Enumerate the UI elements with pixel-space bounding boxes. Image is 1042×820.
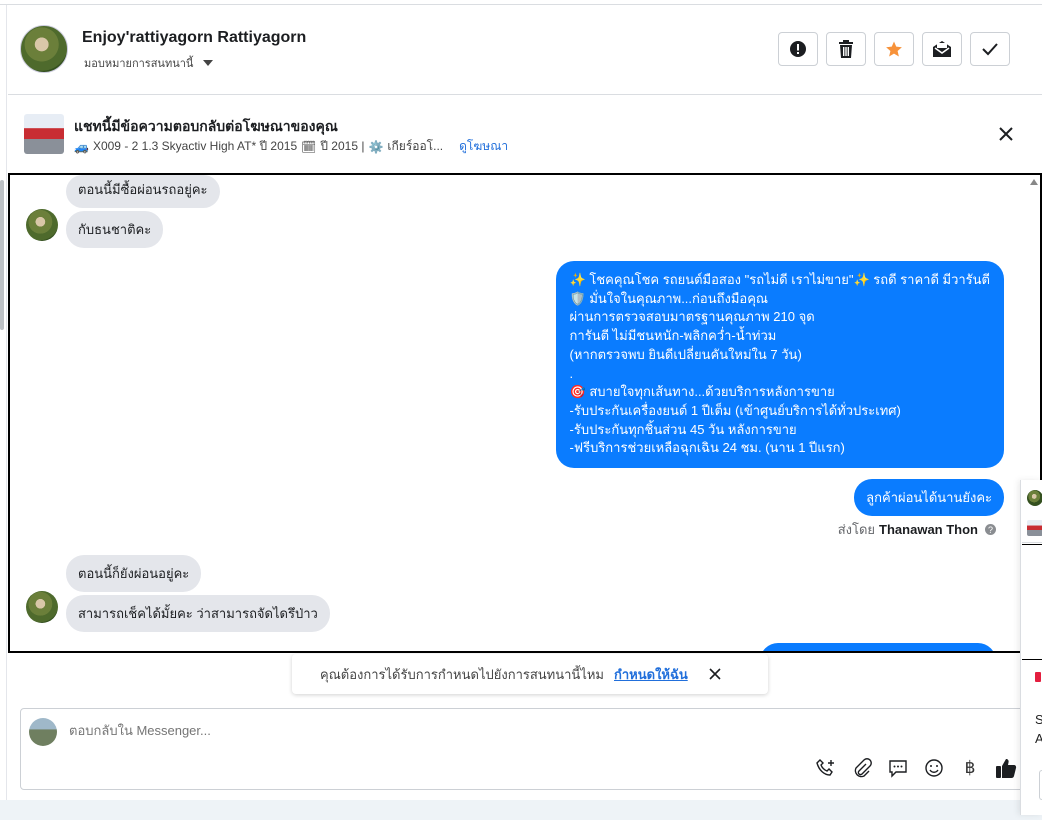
message-line: -ฟรีบริการช่วยเหลือฉุกเฉิน 24 ชม. (นาน 1…	[569, 440, 845, 456]
report-button[interactable]	[778, 32, 818, 66]
message-list[interactable]: ตอนนี้มีซื้อผ่อนรถอยู่คะ กับธนชาติคะ ✨ โ…	[8, 173, 1042, 653]
delete-button[interactable]	[826, 32, 866, 66]
side-text-line: S	[1035, 712, 1042, 727]
contact-avatar[interactable]	[20, 25, 68, 73]
message-incoming: สามารถเช็คได้มั้ยคะ ว่าสามารถจัดไดรึป่าว	[66, 595, 330, 632]
mark-unread-button[interactable]	[922, 32, 962, 66]
message-line: ✨ โชคคุณโชค รถยนต์มือสอง "รถไม่ดี เราไม่…	[569, 272, 990, 287]
assign-to-me-link[interactable]: กำหนดให้ฉัน	[614, 664, 688, 685]
caret-down-icon	[203, 60, 214, 66]
sent-by-label: ส่งโดย Thanawan Thon ?	[838, 519, 996, 540]
ad-gear: เกียร์ออโ...	[387, 139, 444, 153]
message-line: 🛡️ มั่นใจในคุณภาพ...ก่อนถึงมือคุณ	[569, 290, 768, 306]
phone-add-icon	[816, 759, 834, 776]
message-line: การันตี ไม่มีชนหนัก-พลิกคว่ำ-น้ำท่วม	[569, 328, 777, 344]
close-ad-bar-button[interactable]	[996, 124, 1016, 144]
left-scrollbar[interactable]	[0, 180, 4, 330]
paperclip-icon	[854, 758, 872, 778]
ad-year: ปี 2015 |	[320, 139, 365, 153]
ad-model: X009 - 2 1.3 Skyactiv High AT* ปี 2015	[92, 139, 298, 153]
saved-replies-button[interactable]	[887, 757, 909, 779]
header-actions	[778, 32, 1010, 66]
message-line: ผ่านการตรวจสอบมาตรฐานคุณภาพ 210 จุด	[569, 309, 815, 325]
message-line: -รับประกันเครื่องยนต์ 1 ปีเต็ม (เข้าศูนย…	[569, 402, 901, 418]
message-outgoing-long: ✨ โชคคุณโชค รถยนต์มือสอง "รถไม่ดี เราไม่…	[555, 261, 1004, 469]
close-icon	[709, 668, 721, 680]
mark-done-button[interactable]	[970, 32, 1010, 66]
contact-avatar-small	[26, 591, 58, 623]
reminder-text: คุณต้องการได้รับการกำหนดไปยังการสนทนานี้…	[320, 666, 604, 682]
message-composer: ฿	[20, 708, 1024, 790]
view-ad-link[interactable]: ดูโฆษณา	[459, 137, 508, 156]
message-incoming: ตอนนี้ก็ยังผ่อนอยู่คะ	[66, 555, 202, 592]
emoji-icon	[925, 759, 943, 777]
gear-emoji: ⚙️	[368, 139, 384, 154]
side-message-box	[1022, 544, 1042, 660]
message-line: .	[569, 365, 574, 381]
assign-label: มอบหมายการสนทนานี้	[84, 58, 194, 70]
conversation-header: Enjoy'rattiyagorn Rattiyagorn มอบหมายการ…	[8, 5, 1042, 95]
mark-unread-icon	[933, 41, 951, 57]
assign-conversation-dropdown[interactable]: มอบหมายการสนทนานี้	[84, 54, 214, 72]
side-ad-thumbnail[interactable]	[1027, 520, 1042, 536]
baht-icon: ฿	[964, 758, 976, 777]
help-icon[interactable]: ?	[985, 524, 996, 535]
message-outgoing-partial	[760, 643, 996, 651]
contact-avatar-small	[26, 209, 58, 241]
side-divider	[1022, 542, 1042, 543]
assign-reminder: คุณต้องการได้รับการกำหนดไปยังการสนทนานี้…	[292, 654, 768, 694]
message-line: (หากตรวจพบ ยินดีเปลี่ยนคันใหม่ใน 7 วัน)	[569, 346, 802, 362]
ad-reply-title: แชทนี้มีข้อความตอบกลับต่อโฆษณาของคุณ	[74, 118, 338, 134]
dismiss-reminder-button[interactable]	[708, 667, 722, 681]
page-avatar	[29, 718, 57, 746]
composer-tools: ฿	[815, 757, 1017, 779]
ad-description: 🚙 X009 - 2 1.3 Skyactiv High AT* ปี 2015…	[74, 137, 508, 156]
side-alert-icon	[1035, 672, 1041, 682]
left-gutter	[6, 5, 7, 800]
thumbs-up-icon	[996, 759, 1017, 778]
scroll-up-arrow-icon[interactable]	[1030, 179, 1038, 185]
message-incoming: ตอนนี้มีซื้อผ่อนรถอยู่คะ	[66, 175, 220, 208]
check-icon	[982, 43, 998, 56]
calendar-emoji: 🗓	[301, 139, 317, 154]
star-icon	[886, 41, 902, 57]
trash-icon	[839, 40, 853, 58]
bottom-band	[0, 800, 1042, 820]
contact-name[interactable]: Enjoy'rattiyagorn Rattiyagorn	[82, 29, 306, 47]
emoji-button[interactable]	[923, 757, 945, 779]
ad-thumbnail[interactable]	[24, 114, 64, 154]
payment-button[interactable]: ฿	[959, 757, 981, 779]
attach-button[interactable]	[851, 757, 873, 779]
side-text-line: A	[1035, 731, 1042, 746]
side-contact-avatar[interactable]	[1027, 490, 1042, 506]
saved-replies-icon	[889, 760, 907, 778]
ad-context-bar: แชทนี้มีข้อความตอบกลับต่อโฆษณาของคุณ 🚙 X…	[8, 96, 1042, 172]
car-emoji: 🚙	[74, 139, 89, 154]
star-button[interactable]	[874, 32, 914, 66]
message-line: -รับประกันทุกชิ้นส่วน 45 วัน หลังการขาย	[569, 421, 797, 437]
message-incoming: กับธนชาติคะ	[66, 211, 164, 248]
side-panel-overflow: S A	[1020, 480, 1042, 815]
call-button[interactable]	[815, 757, 837, 779]
message-outgoing: ลูกค้าผ่อนได้นานยังคะ	[854, 479, 1004, 516]
like-button[interactable]	[995, 757, 1017, 779]
reply-input[interactable]	[69, 723, 769, 738]
report-icon	[790, 41, 806, 57]
sent-by-name[interactable]: Thanawan Thon	[879, 522, 978, 537]
message-line: 🎯 สบายใจทุกเส้นทาง...ด้วยบริการหลังการขา…	[569, 384, 835, 400]
sent-by-prefix: ส่งโดย	[837, 522, 876, 537]
close-icon	[999, 127, 1013, 141]
